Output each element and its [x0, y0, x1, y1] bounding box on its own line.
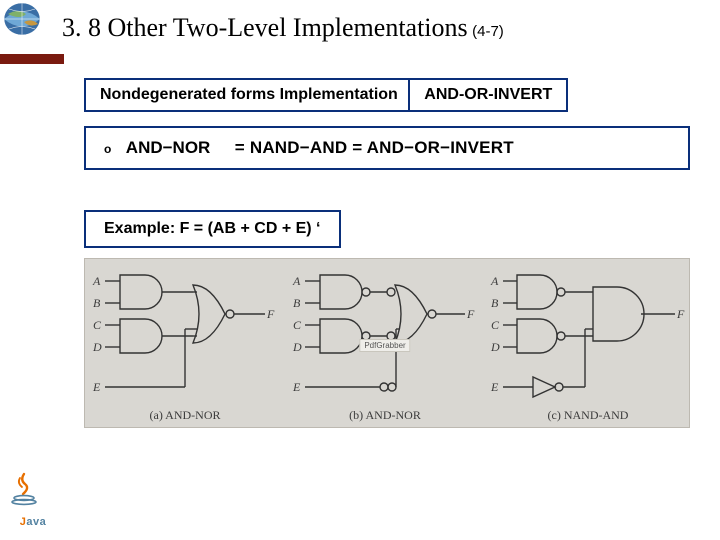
content-area: Nondegenerated forms Implementation AND-… [0, 64, 720, 428]
equation-box: o AND−NOR = NAND−AND = AND−OR−INVERT [84, 126, 690, 170]
figure-panel-b: A B C D E F PdfGrabber (b) AND-NOR [285, 259, 485, 427]
subtitle-box: Nondegenerated forms Implementation [84, 78, 414, 112]
label-c2: C [293, 318, 301, 333]
title-main: 3. 8 Other Two-Level Implementations [62, 13, 468, 42]
subtitle-text: Nondegenerated forms Implementation [100, 86, 398, 103]
figure-panel-c: A B C D E F (c) NAND-AND [485, 259, 691, 427]
java-wordmark: Java [20, 516, 46, 528]
caption-c: (c) NAND-AND [485, 408, 691, 423]
label-d2: D [293, 340, 302, 355]
equation-lhs: AND−NOR [126, 138, 211, 157]
circuit-a-svg [85, 259, 285, 427]
label-a3: A [491, 274, 498, 289]
bullet-icon: o [104, 142, 111, 156]
globe-icon [6, 8, 54, 48]
example-box: Example: F = (AB + CD + E) ‘ [84, 210, 341, 248]
label-d: D [93, 340, 102, 355]
label-c: C [93, 318, 101, 333]
circuit-c-svg [485, 259, 691, 427]
title-bar: 3. 8 Other Two-Level Implementations (4-… [0, 0, 720, 52]
circuit-figure: A B C D E F (a) AND-NOR [84, 258, 690, 428]
java-logo: Java [10, 472, 56, 528]
java-ava: ava [26, 516, 46, 528]
caption-a: (a) AND-NOR [85, 408, 285, 423]
java-cup-icon [10, 472, 38, 506]
page-title: 3. 8 Other Two-Level Implementations (4-… [62, 13, 504, 43]
section-label-box: AND-OR-INVERT [408, 78, 568, 112]
example-text: Example: F = (AB + CD + E) ‘ [104, 220, 321, 237]
equation-rhs: = NAND−AND = AND−OR−INVERT [235, 138, 514, 157]
title-sub: (4-7) [472, 23, 504, 40]
label-e3: E [491, 380, 498, 395]
label-d3: D [491, 340, 500, 355]
watermark: PdfGrabber [359, 339, 410, 352]
label-a: A [93, 274, 100, 289]
label-a2: A [293, 274, 300, 289]
label-b3: B [491, 296, 498, 311]
label-b2: B [293, 296, 300, 311]
label-f2: F [467, 307, 474, 322]
label-e2: E [293, 380, 300, 395]
label-f3: F [677, 307, 684, 322]
section-label-text: AND-OR-INVERT [424, 86, 552, 103]
label-c3: C [491, 318, 499, 333]
caption-b: (b) AND-NOR [285, 408, 485, 423]
label-e: E [93, 380, 100, 395]
label-f: F [267, 307, 274, 322]
accent-bar [0, 54, 64, 64]
label-b: B [93, 296, 100, 311]
figure-panel-a: A B C D E F (a) AND-NOR [85, 259, 285, 427]
